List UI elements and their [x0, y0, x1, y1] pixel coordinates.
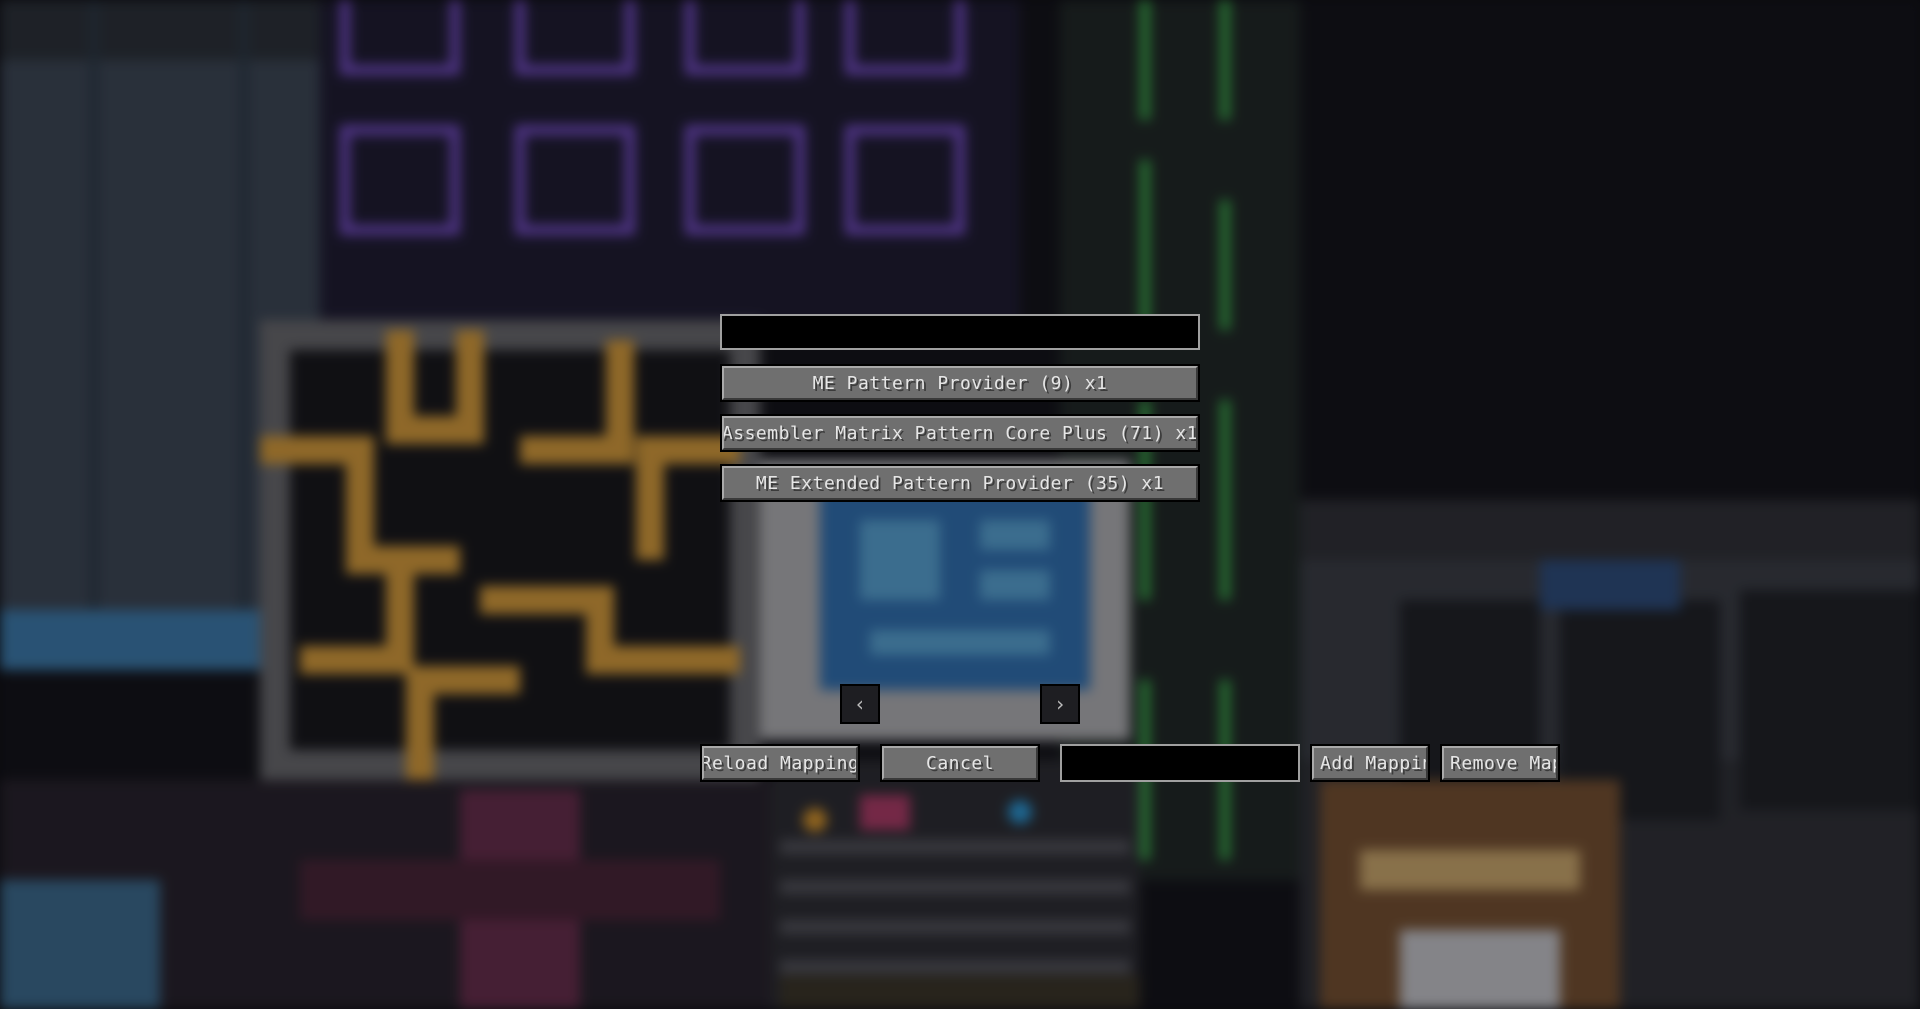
- mapping-list-item[interactable]: ME Extended Pattern Provider (35) x1: [720, 464, 1200, 502]
- reload-mapping-button[interactable]: Reload Mapping: [700, 744, 860, 782]
- chevron-left-icon: ‹: [853, 692, 867, 716]
- mapping-list-item[interactable]: ME Pattern Provider (9) x1: [720, 364, 1200, 402]
- search-input[interactable]: [720, 314, 1200, 350]
- previous-page-button[interactable]: ‹: [840, 684, 880, 724]
- next-page-button[interactable]: ›: [1040, 684, 1080, 724]
- chevron-right-icon: ›: [1053, 692, 1067, 716]
- gui-background-dim: [0, 0, 1920, 1009]
- add-mapping-button[interactable]: Add Mapping: [1310, 744, 1430, 782]
- remove-mapping-button[interactable]: Remove Map: [1440, 744, 1560, 782]
- game-scene: ME Pattern Provider (9) x1 Assembler Mat…: [0, 0, 1920, 1009]
- mapping-list-item[interactable]: Assembler Matrix Pattern Core Plus (71) …: [720, 414, 1200, 452]
- mapping-name-input[interactable]: [1060, 744, 1300, 782]
- cancel-button[interactable]: Cancel: [880, 744, 1040, 782]
